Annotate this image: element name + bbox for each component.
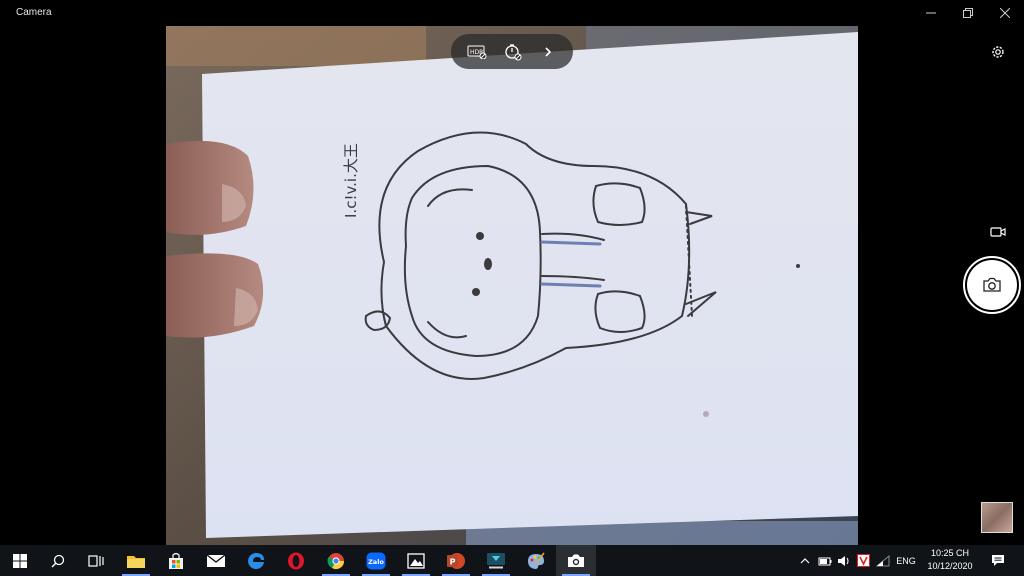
edge-icon xyxy=(248,552,264,569)
powerpoint-label: P xyxy=(450,557,456,566)
camera-viewfinder: I.c!v.i.大王 xyxy=(166,26,858,545)
task-view-icon xyxy=(88,554,104,567)
taskbar-mail[interactable] xyxy=(196,545,236,576)
capture-options-bar: HDR xyxy=(451,34,573,69)
clock-date: 10/12/2020 xyxy=(927,561,973,571)
drawing-text: I.c!v.i.大王 xyxy=(342,143,360,218)
tray-vivaldi[interactable] xyxy=(854,545,872,576)
taskbar-file-explorer[interactable] xyxy=(116,545,156,576)
search-button[interactable] xyxy=(38,545,78,576)
video-camera-icon xyxy=(990,227,1006,237)
shutter-face xyxy=(967,260,1017,310)
wifi-icon xyxy=(876,554,890,566)
show-hidden-icons-button[interactable] xyxy=(797,545,813,576)
chrome-icon xyxy=(327,552,345,569)
clock-time: 10:25 CH xyxy=(930,548,970,558)
gear-icon xyxy=(992,46,1004,58)
minimize-icon xyxy=(926,12,936,14)
title-bar: Camera xyxy=(0,0,1024,26)
chevron-right-icon xyxy=(545,47,552,57)
taskbar-opera[interactable] xyxy=(276,545,316,576)
notification-icon xyxy=(992,555,1004,566)
close-icon xyxy=(1000,8,1010,18)
tray-clock[interactable]: 10:25 CH 10/12/2020 xyxy=(918,547,982,574)
more-options-button[interactable] xyxy=(536,41,560,63)
task-view-button[interactable] xyxy=(76,545,116,576)
restore-icon xyxy=(963,8,973,18)
taskbar-app-download[interactable] xyxy=(476,545,516,576)
powerpoint-icon: P xyxy=(447,552,465,569)
tray-volume[interactable] xyxy=(835,545,853,576)
action-center-button[interactable] xyxy=(985,545,1011,576)
zalo-icon: Zalo xyxy=(366,552,386,569)
folder-icon xyxy=(127,555,145,568)
paint-palette-icon xyxy=(528,552,545,569)
timer-off-icon xyxy=(505,44,522,61)
camera-icon xyxy=(983,277,1001,292)
settings-button[interactable] xyxy=(986,40,1010,64)
take-photo-button[interactable] xyxy=(963,256,1021,314)
zalo-label: Zalo xyxy=(368,558,384,566)
chevron-up-icon xyxy=(800,557,810,563)
timer-button[interactable] xyxy=(501,41,525,63)
photos-icon xyxy=(407,552,425,569)
download-app-icon xyxy=(487,552,505,568)
restore-button[interactable] xyxy=(949,0,987,26)
start-button[interactable] xyxy=(0,545,40,576)
taskbar-powerpoint[interactable]: P xyxy=(436,545,476,576)
taskbar-edge[interactable] xyxy=(236,545,276,576)
vivaldi-icon xyxy=(856,554,870,567)
tray-network[interactable] xyxy=(874,545,892,576)
language-indicator: ENG xyxy=(896,555,916,566)
minimize-button[interactable] xyxy=(912,0,950,26)
taskbar-photos[interactable] xyxy=(396,545,436,576)
search-icon xyxy=(51,554,65,567)
taskbar-zalo[interactable]: Zalo xyxy=(356,545,396,576)
taskbar: Zalo P ENG 10:25 CH 10/12/2020 xyxy=(0,545,1024,576)
tray-language[interactable]: ENG xyxy=(893,545,919,576)
battery-icon xyxy=(818,557,832,565)
viewfinder-image: I.c!v.i.大王 xyxy=(166,26,858,545)
store-bag-icon xyxy=(169,552,183,569)
tray-battery[interactable] xyxy=(816,545,834,576)
mail-icon xyxy=(206,553,226,567)
taskbar-paint[interactable] xyxy=(516,545,556,576)
hdr-off-icon: HDR xyxy=(467,45,487,59)
opera-icon xyxy=(288,552,304,569)
volume-icon xyxy=(838,555,849,566)
hdr-button[interactable]: HDR xyxy=(465,41,489,63)
camera-icon xyxy=(568,554,584,567)
taskbar-microsoft-store[interactable] xyxy=(156,545,196,576)
last-photo-thumbnail[interactable] xyxy=(981,502,1013,533)
taskbar-camera[interactable] xyxy=(556,545,596,576)
video-mode-button[interactable] xyxy=(986,222,1010,242)
app-title: Camera xyxy=(16,7,52,18)
close-button[interactable] xyxy=(986,0,1024,26)
taskbar-chrome[interactable] xyxy=(316,545,356,576)
windows-logo-icon xyxy=(13,553,27,568)
